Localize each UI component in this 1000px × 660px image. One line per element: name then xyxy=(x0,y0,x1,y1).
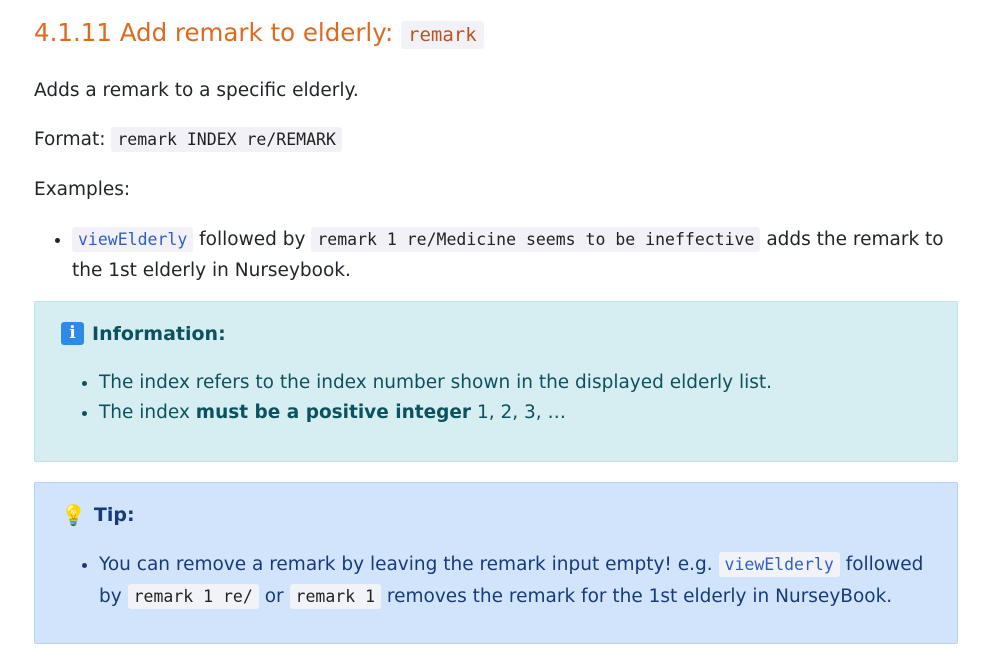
tip-item: You can remove a remark by leaving the r… xyxy=(99,549,927,613)
example-code-remark: remark 1 re/Medicine seems to be ineffec… xyxy=(311,227,761,252)
tip-code-viewelderly[interactable]: viewElderly xyxy=(718,552,840,577)
lightbulb-icon: 💡 xyxy=(61,503,86,527)
format-line: Format: remark INDEX re/REMARK xyxy=(34,127,342,152)
tip-text: or xyxy=(264,586,284,607)
information-item: The index refers to the index number sho… xyxy=(99,368,927,398)
information-title: i Information: xyxy=(61,322,226,345)
format-label: Format: xyxy=(34,129,106,150)
heading-text: 4.1.11 Add remark to elderly: xyxy=(34,18,394,47)
examples-label: Examples: xyxy=(34,179,131,200)
tip-code: remark 1 re/ xyxy=(127,584,259,609)
information-box: i Information: The index refers to the i… xyxy=(34,301,958,462)
information-item: The index must be a positive integer 1, … xyxy=(99,398,927,428)
format-code: remark INDEX re/REMARK xyxy=(111,127,342,152)
description: Adds a remark to a specific elderly. xyxy=(34,80,359,101)
tip-title: 💡 Tip: xyxy=(61,503,135,527)
tip-text: You can remove a remark by leaving the r… xyxy=(99,554,713,575)
information-item-text: 1, 2, 3, … xyxy=(476,402,567,423)
information-item-bold: must be a positive integer xyxy=(195,402,472,423)
example-text: followed by xyxy=(199,229,306,250)
information-title-text: Information: xyxy=(92,322,226,345)
information-item-text: The index xyxy=(99,402,190,423)
tip-text: removes the remark for the 1st elderly i… xyxy=(386,586,893,607)
example-item: viewElderly followed by remark 1 re/Medi… xyxy=(72,224,968,286)
example-code-viewelderly[interactable]: viewElderly xyxy=(72,227,194,252)
tip-box: 💡 Tip: You can remove a remark by leavin… xyxy=(34,482,958,644)
tip-code: remark 1 xyxy=(289,584,382,609)
heading-code: remark xyxy=(401,21,484,49)
section-heading: 4.1.11 Add remark to elderly: remark xyxy=(34,18,484,49)
tip-title-text: Tip: xyxy=(93,504,135,526)
examples-list: viewElderly followed by remark 1 re/Medi… xyxy=(48,224,968,286)
information-icon: i xyxy=(61,322,84,345)
